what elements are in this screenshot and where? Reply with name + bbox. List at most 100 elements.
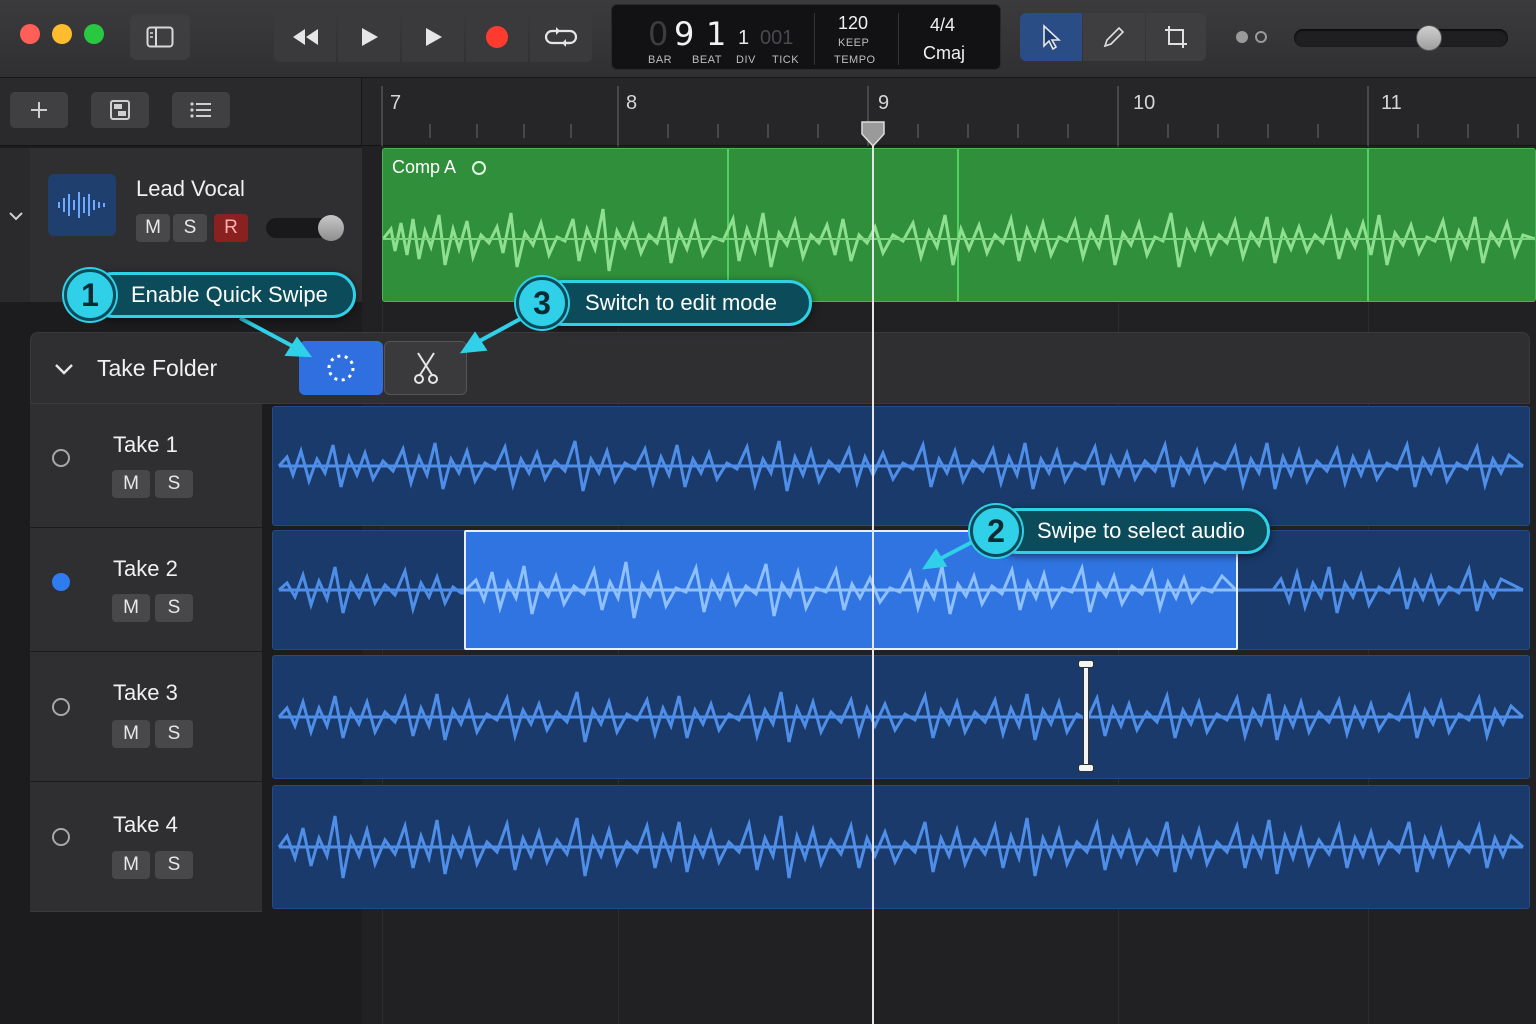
- track-settings-button[interactable]: [91, 92, 149, 128]
- record-enable-button[interactable]: R: [214, 214, 248, 242]
- crop-tool-button[interactable]: [1146, 13, 1206, 61]
- waveform-icon: [58, 192, 105, 218]
- callout-3-text: Switch to edit mode: [585, 290, 777, 315]
- take-1-header[interactable]: Take 1 M S: [30, 404, 262, 528]
- timeline-ruler[interactable]: [362, 78, 1536, 146]
- lcd-div-value: 1: [738, 27, 750, 49]
- mute-button[interactable]: M: [136, 214, 170, 242]
- edit-cursor-top-cap: [1078, 660, 1094, 668]
- callout-2-text: Swipe to select audio: [1037, 518, 1245, 543]
- track-disclosure-area: [0, 148, 30, 302]
- chevron-down-icon[interactable]: [53, 361, 75, 377]
- comp-region[interactable]: Comp A: [382, 148, 1536, 302]
- volume-slider-knob[interactable]: [318, 215, 344, 241]
- lcd-beat-label: BEAT: [692, 54, 722, 66]
- ruler-bar-10: 10: [1133, 92, 1156, 114]
- pointer-icon: [1043, 24, 1062, 50]
- take-3-mute-button[interactable]: M: [112, 720, 150, 748]
- callout-2: Swipe to select audio: [994, 508, 1270, 554]
- take-4-mute-button[interactable]: M: [112, 851, 150, 879]
- scissors-icon: [413, 352, 438, 384]
- take-4-select-radio[interactable]: [52, 828, 70, 846]
- chevron-down-icon[interactable]: [8, 210, 24, 222]
- crop-icon: [1165, 26, 1187, 48]
- lcd-bar-value: 9: [674, 15, 695, 53]
- take-2-mute-button[interactable]: M: [112, 594, 150, 622]
- track-inspector-icon: [110, 100, 130, 120]
- take-3-solo-button[interactable]: S: [155, 720, 193, 748]
- view-dot-icon[interactable]: [1236, 31, 1248, 43]
- take-3-header[interactable]: Take 3 M S: [30, 652, 262, 782]
- pencil-tool-button[interactable]: [1083, 13, 1145, 61]
- take-1-select-radio[interactable]: [52, 449, 70, 467]
- lcd-divider: [898, 13, 899, 65]
- edit-cursor-bottom-cap: [1078, 764, 1094, 772]
- take-1-mute-button[interactable]: M: [112, 470, 150, 498]
- record-icon: [486, 26, 508, 48]
- close-window-button[interactable]: [20, 24, 40, 44]
- take-2-region[interactable]: [272, 530, 1530, 650]
- lcd-display[interactable]: 0 9 1 1 001 BAR BEAT DIV TICK 120 KEEP T…: [611, 4, 1001, 70]
- lcd-tempo-value: 120: [838, 13, 869, 33]
- take-2-select-radio[interactable]: [52, 573, 70, 591]
- playhead-line: [872, 146, 874, 1024]
- main-toolbar: 0 9 1 1 001 BAR BEAT DIV TICK 120 KEEP T…: [0, 0, 1536, 78]
- track-name[interactable]: Lead Vocal: [136, 176, 245, 202]
- lcd-div-label: DIV: [736, 54, 756, 66]
- ruler-bar-8: 8: [626, 92, 638, 114]
- take-2-solo-button[interactable]: S: [155, 594, 193, 622]
- library-toggle-button[interactable]: [130, 14, 190, 60]
- callout-3: Switch to edit mode: [540, 280, 812, 326]
- take-2-header[interactable]: Take 2 M S: [30, 528, 262, 652]
- list-view-button[interactable]: [172, 92, 230, 128]
- zoom-slider[interactable]: [1294, 29, 1508, 47]
- quick-swipe-button[interactable]: [299, 341, 383, 395]
- take-4-header[interactable]: Take 4 M S: [30, 782, 262, 912]
- lcd-tempo-label: TEMPO: [834, 54, 876, 66]
- take-1-solo-button[interactable]: S: [155, 470, 193, 498]
- view-dot-icon[interactable]: [1255, 31, 1267, 43]
- play-icon: [426, 28, 442, 46]
- lcd-tick-value: 001: [760, 27, 794, 49]
- play-button[interactable]: [402, 12, 464, 62]
- pencil-icon: [1103, 26, 1125, 48]
- list-icon: [190, 102, 211, 118]
- take-4-region[interactable]: [272, 785, 1530, 909]
- playhead-marker[interactable]: [861, 120, 885, 148]
- solo-button[interactable]: S: [173, 214, 207, 242]
- take-folder-header[interactable]: Take Folder: [30, 332, 1530, 404]
- edit-mode-button[interactable]: [384, 341, 467, 395]
- take-3-waveform: [277, 690, 1525, 743]
- callout-1-badge: 1: [64, 269, 116, 321]
- pointer-tool-button[interactable]: [1020, 13, 1082, 61]
- lcd-time-signature: 4/4: [930, 15, 956, 35]
- edit-cursor-line: [1083, 662, 1089, 770]
- lcd-bar-leading-zero: 0: [648, 15, 669, 53]
- sidebar-icon: [146, 26, 174, 48]
- take-1-region[interactable]: [272, 406, 1530, 526]
- play-from-start-button[interactable]: [338, 12, 400, 62]
- zoom-window-button[interactable]: [84, 24, 104, 44]
- zoom-slider-knob[interactable]: [1416, 25, 1442, 51]
- take-4-name: Take 4: [113, 812, 178, 837]
- take-3-name: Take 3: [113, 680, 178, 705]
- take-4-solo-button[interactable]: S: [155, 851, 193, 879]
- play-icon: [362, 28, 378, 46]
- region-name: Comp A: [392, 157, 457, 177]
- take-1-name: Take 1: [113, 432, 178, 457]
- rewind-button[interactable]: [274, 12, 336, 62]
- add-track-button[interactable]: [10, 92, 68, 128]
- callout-1-text: Enable Quick Swipe: [131, 282, 328, 307]
- take-3-select-radio[interactable]: [52, 698, 70, 716]
- record-button[interactable]: [466, 12, 528, 62]
- cycle-button[interactable]: [530, 12, 592, 62]
- take-2-name: Take 2: [113, 556, 178, 581]
- take-1-waveform: [277, 439, 1524, 492]
- callout-2-badge: 2: [970, 505, 1022, 557]
- minimize-window-button[interactable]: [52, 24, 72, 44]
- lcd-divider: [814, 13, 815, 65]
- callout-3-badge: 3: [516, 277, 568, 329]
- take-3-region[interactable]: [272, 655, 1530, 779]
- rewind-icon: [293, 29, 318, 45]
- ruler-bar-7: 7: [390, 92, 402, 114]
